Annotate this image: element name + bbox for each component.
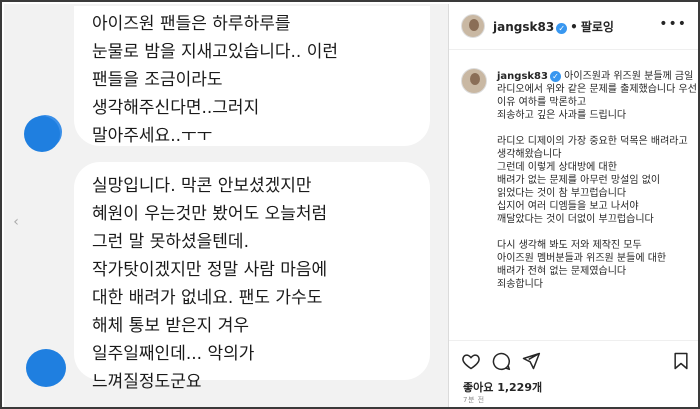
following-button[interactable]: 팔로잉 [581,20,614,34]
post-caption: jangsk83 ✓ 아이즈원과 위즈원 분들께 금일 라디오에서 위와 같은 문… [449,50,698,340]
like-count[interactable]: 좋아요 1,229개 [463,379,542,395]
sender-avatar-2[interactable] [26,349,66,387]
comment-icon[interactable] [491,351,511,371]
dm-conversation: 아이즈원 팬들은 하루하루를 눈물로 밤을 지새고있습니다.. 이런 팬들을 조… [4,4,448,407]
caption-text-block: jangsk83 ✓ 아이즈원과 위즈원 분들께 금일 라디오에서 위와 같은 문… [497,70,697,291]
header-user: jangsk83 ✓ • 팔로잉 [493,18,614,35]
message-bubble-1: 아이즈원 팬들은 하루하루를 눈물로 밤을 지새고있습니다.. 이런 팬들을 조… [74,6,430,146]
chevron-left-icon[interactable]: ‹ [8,212,24,232]
caption-avatar[interactable] [461,68,487,94]
verified-icon: ✓ [556,23,568,34]
instagram-post: jangsk83 ✓ • 팔로잉 ••• jangsk83 ✓ 아이즈원과 위즈원 분들… [448,4,698,407]
message-bubble-2: 실망입니다. 막콘 안보셨겠지만 혜원이 우는것만 봤어도 오늘처럼 그런 말 … [74,162,430,392]
post-header: jangsk83 ✓ • 팔로잉 ••• [449,4,698,50]
post-actions: 좋아요 1,229개 7분 전 [449,340,698,407]
avatar[interactable] [461,14,485,38]
separator: • [570,20,578,34]
post-time: 7분 전 [463,396,485,404]
more-icon[interactable]: ••• [659,16,687,32]
bookmark-icon[interactable] [671,351,691,371]
sender-avatar-1[interactable] [24,116,60,152]
caption-verified-icon: ✓ [549,71,561,82]
header-username[interactable]: jangsk83 [493,20,554,34]
share-icon[interactable] [521,351,541,371]
caption-username[interactable]: jangsk83 [497,71,548,82]
caption-text: 아이즈원과 위즈원 분들께 금일 라디오에서 위와 같은 문제를 출제했습니다 … [497,71,697,290]
screenshot-frame: 아이즈원 팬들은 하루하루를 눈물로 밤을 지새고있습니다.. 이런 팬들을 조… [0,0,700,409]
heart-icon[interactable] [461,351,481,371]
